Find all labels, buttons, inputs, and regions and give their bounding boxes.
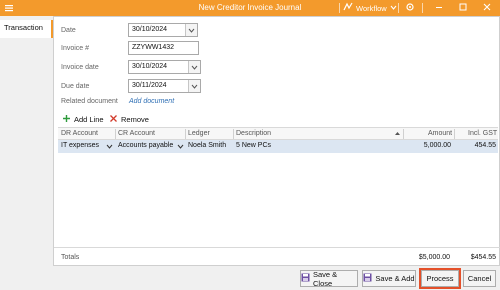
close-icon [482, 2, 492, 14]
add-document-link[interactable]: Add document [129, 98, 174, 105]
column-header-incl-gst[interactable]: Incl. GST [468, 130, 497, 137]
column-header-dr-account[interactable]: DR Account [61, 130, 98, 137]
plus-icon [62, 114, 71, 125]
workflow-label: Workflow [356, 3, 387, 13]
due-date-field[interactable]: 30/11/2024 [128, 79, 201, 93]
process-button[interactable]: Process [419, 268, 461, 289]
chevron-down-icon[interactable] [177, 143, 184, 152]
tab-transaction[interactable]: Transaction [0, 20, 53, 38]
invoice-date-field[interactable]: 30/10/2024 [128, 60, 201, 74]
column-divider [115, 129, 116, 139]
remove-label: Remove [121, 115, 149, 124]
save-close-label: Save & Close [313, 269, 338, 288]
settings-button[interactable] [403, 1, 417, 15]
close-button[interactable] [480, 1, 494, 15]
totals-row: Totals $5,000.00 $454.55 [54, 247, 500, 265]
save-add-label: Save & Add [375, 274, 415, 283]
tab-strip: Transaction [0, 16, 53, 290]
total-incl-gst: $454.55 [470, 254, 496, 261]
description-cell[interactable]: 5 New PCs [236, 142, 271, 149]
date-label: Date [61, 27, 76, 34]
maximize-button[interactable] [456, 1, 470, 15]
invoice-date-label: Invoice date [61, 64, 99, 71]
date-dropdown-button[interactable] [185, 24, 197, 36]
cancel-label: Cancel [467, 274, 492, 283]
column-divider [233, 129, 234, 139]
close-icon [109, 114, 118, 125]
date-field[interactable]: 30/10/2024 [128, 23, 198, 37]
save-close-button[interactable]: Save & Close [300, 269, 358, 288]
invoice-number-field[interactable]: ZZYWW1432 [128, 41, 199, 55]
dr-account-cell[interactable]: IT expenses [61, 142, 99, 149]
save-add-button[interactable]: Save & Add [362, 270, 416, 287]
chevron-down-icon [188, 28, 195, 33]
invoice-number-value: ZZYWW1432 [132, 44, 175, 51]
related-document-label: Related document [61, 98, 118, 105]
chevron-down-icon [191, 84, 198, 89]
due-date-value: 30/11/2024 [132, 82, 167, 89]
save-icon [363, 273, 372, 284]
cancel-button[interactable]: Cancel [463, 270, 496, 287]
title-separator [339, 3, 340, 13]
column-header-amount[interactable]: Amount [428, 130, 452, 137]
chevron-down-icon[interactable] [106, 143, 113, 152]
workflow-icon [343, 2, 353, 14]
due-date-label: Due date [61, 83, 90, 90]
title-bar: New Creditor Invoice Journal Workflow [0, 0, 500, 16]
remove-button[interactable]: Remove [109, 114, 149, 125]
due-date-dropdown-button[interactable] [188, 80, 200, 92]
date-value: 30/10/2024 [132, 26, 168, 33]
invoice-date-value: 30/10/2024 [132, 63, 168, 70]
grid-header: DR Account CR Account Ledger Description… [58, 128, 498, 140]
chevron-down-icon [191, 65, 198, 70]
invoice-number-label: Invoice # [61, 45, 90, 52]
ledger-cell[interactable]: Noela Smith [188, 142, 226, 149]
column-divider [403, 129, 404, 139]
column-header-ledger[interactable]: Ledger [188, 130, 210, 137]
window-title: New Creditor Invoice Journal [198, 3, 302, 12]
workflow-button[interactable]: Workflow [343, 2, 397, 14]
invoice-date-dropdown-button[interactable] [188, 61, 200, 73]
maximize-icon [458, 2, 468, 14]
gear-icon [405, 2, 415, 14]
column-header-description[interactable]: Description [236, 130, 271, 137]
minimize-icon [434, 2, 444, 14]
total-amount: $5,000.00 [418, 254, 450, 261]
journal-lines-grid: DR Account CR Account Ledger Description… [58, 127, 498, 257]
column-divider [185, 129, 186, 139]
column-divider [454, 129, 455, 139]
cr-account-cell[interactable]: Accounts payable [118, 142, 173, 149]
transaction-panel: Date 30/10/2024 Invoice # ZZYWW1432 Invo… [53, 16, 500, 266]
grid-toolbar: Add Line Remove [54, 113, 500, 127]
table-row[interactable]: IT expenses Accounts payable Noela Smith… [58, 140, 498, 153]
column-header-cr-account[interactable]: CR Account [118, 130, 155, 137]
totals-label: Totals [61, 254, 80, 261]
minimize-button[interactable] [432, 1, 446, 15]
incl-gst-cell[interactable]: 454.55 [454, 142, 496, 149]
process-label: Process [426, 274, 454, 283]
title-separator [422, 3, 423, 13]
chevron-down-icon [390, 4, 397, 13]
sort-ascending-icon [394, 130, 401, 139]
save-icon [301, 273, 310, 284]
amount-cell[interactable]: 5,000.00 [403, 142, 451, 149]
add-line-label: Add Line [74, 115, 104, 124]
add-line-button[interactable]: Add Line [62, 114, 104, 125]
title-separator [398, 3, 399, 13]
